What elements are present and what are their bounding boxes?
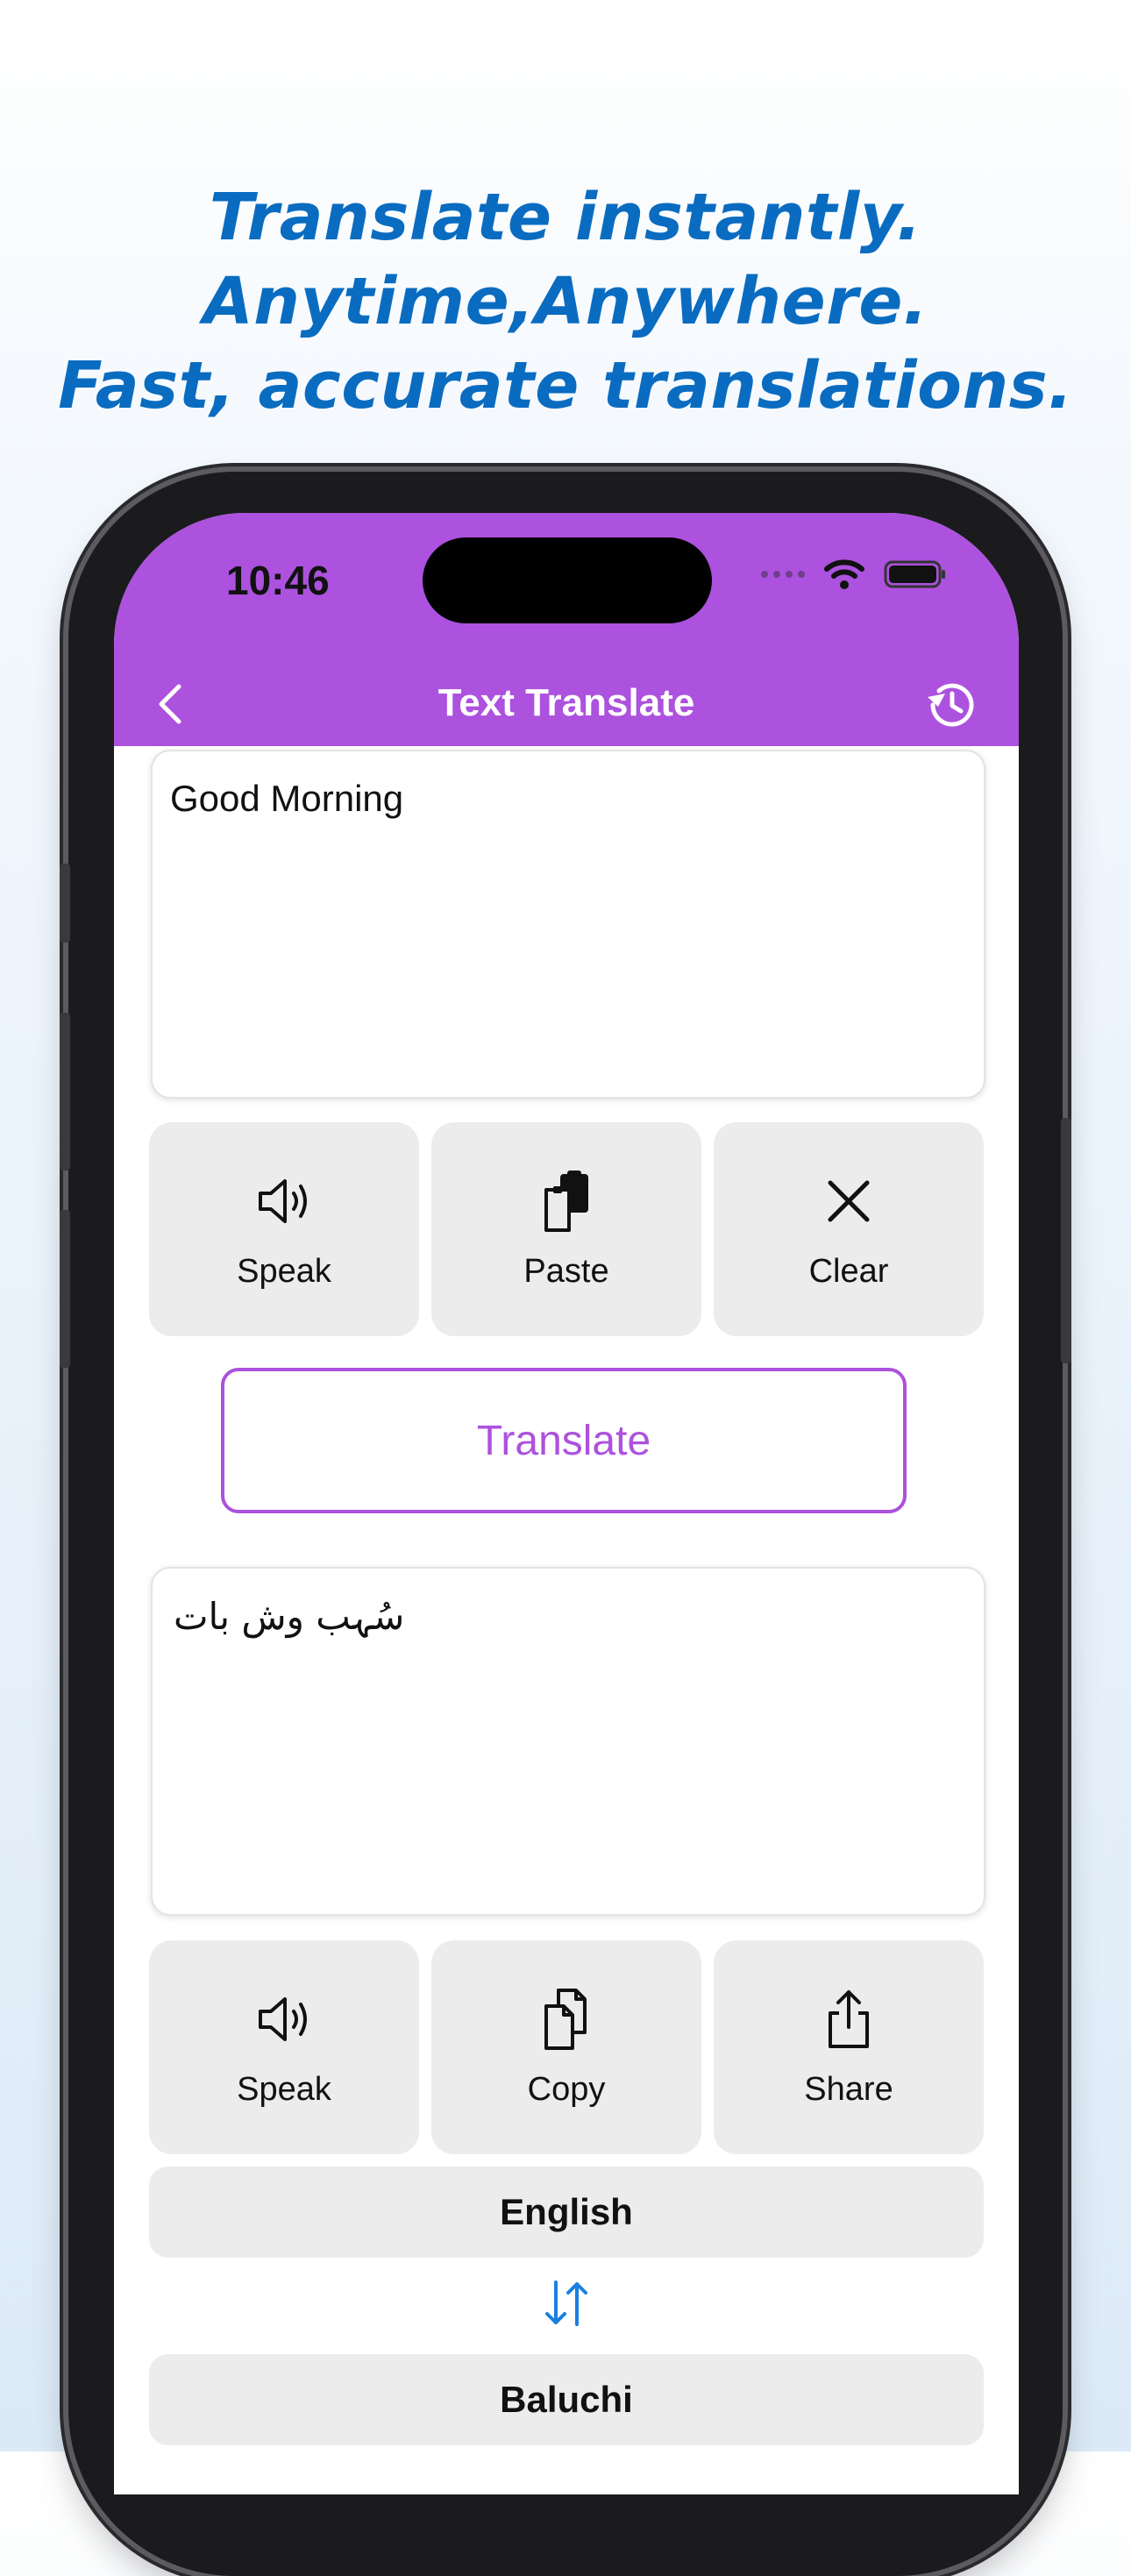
status-icons (761, 559, 947, 590)
swap-arrows-icon[interactable] (540, 2275, 593, 2331)
result-actions: Speak Copy Share (149, 1940, 984, 2154)
clear-button[interactable]: Clear (714, 1122, 984, 1336)
history-icon[interactable] (921, 674, 982, 736)
speak-label: Speak (237, 1252, 331, 1290)
share-button[interactable]: Share (714, 1940, 984, 2154)
copy-icon (544, 1988, 587, 2050)
paste-label: Paste (523, 1252, 609, 1290)
source-text: Good Morning (170, 778, 404, 819)
headline-line-1: Translate instantly. (209, 180, 922, 255)
speak-result-button[interactable]: Speak (149, 1940, 419, 2154)
result-text: سُہب وش بات (174, 1595, 405, 1638)
wifi-icon (824, 559, 864, 589)
nav-bar: Text Translate (114, 662, 1019, 746)
status-bar: 10:46 (114, 513, 1019, 662)
share-icon (829, 1989, 869, 2048)
phone-side-button (60, 864, 70, 943)
signal-dots-icon (761, 571, 805, 578)
phone-volume-down (60, 1210, 70, 1368)
source-language-selector[interactable]: English (149, 2167, 984, 2258)
target-language-selector[interactable]: Baluchi (149, 2354, 984, 2445)
clear-label: Clear (808, 1252, 889, 1290)
speak-source-button[interactable]: Speak (149, 1122, 419, 1336)
phone-power-button (1061, 1118, 1071, 1363)
source-actions: Speak Paste Clear (149, 1122, 984, 1336)
app-screen: 10:46 Text Translate Good Morning Speak … (114, 513, 1019, 2494)
headline-line-3: Fast, accurate translations. (58, 348, 1073, 423)
paste-icon (544, 1170, 588, 1232)
status-time: 10:46 (226, 558, 330, 603)
share-label: Share (804, 2070, 893, 2108)
speaker-icon (259, 1996, 307, 2041)
close-icon (828, 1180, 870, 1221)
copy-label: Copy (527, 2070, 606, 2108)
phone-volume-up (60, 1013, 70, 1171)
battery-icon (884, 560, 945, 588)
translate-button[interactable]: Translate (221, 1368, 907, 1513)
speaker-icon (259, 1178, 307, 1223)
paste-button[interactable]: Paste (431, 1122, 701, 1336)
speak-label: Speak (237, 2070, 331, 2108)
result-text-box[interactable]: سُہب وش بات (151, 1567, 985, 1916)
page-title: Text Translate (437, 681, 695, 724)
marketing-headline: Translate instantly. Anytime,Anywhere. F… (0, 175, 1131, 428)
headline-line-2: Anytime,Anywhere. (203, 264, 928, 339)
source-text-input[interactable]: Good Morning (151, 750, 985, 1099)
dynamic-island (423, 537, 712, 623)
copy-button[interactable]: Copy (431, 1940, 701, 2154)
